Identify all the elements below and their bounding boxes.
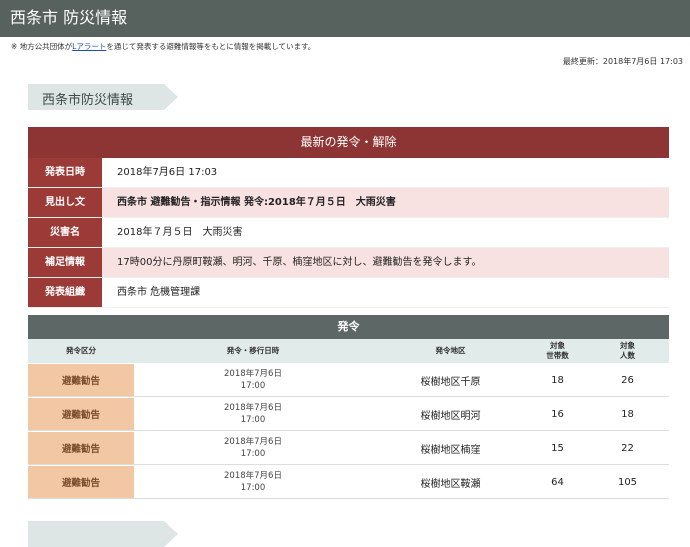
info-value: 17時00分に丹原町鞍瀬、明河、千原、楠窪地区に対し、避難勧告を発令します。 [102, 248, 669, 277]
source-notice: ※ 地方公共団体がLアラートを通じて発表する避難情報等をもとに情報を掲載していま… [11, 41, 315, 52]
info-row-supplement: 補足情報 17時00分に丹原町鞍瀬、明河、千原、楠窪地区に対し、避難勧告を発令し… [28, 248, 669, 278]
cell-area: 桜樹地区千原 [420, 376, 481, 388]
info-key: 発表組織 [28, 278, 102, 307]
info-value: 2018年７月５日 大雨災害 [117, 227, 243, 238]
cell-area: 桜樹地区明河 [420, 410, 481, 422]
cell-households: 18 [551, 374, 564, 386]
cell-people: 22 [621, 442, 634, 454]
table-header: 発令区分 発令・移行日時 発令地区 対象 世帯数 対象 人数 [28, 339, 669, 363]
section-title: 西条市防災情報 [28, 84, 178, 110]
info-value: 西条市 避難勧告・指示情報 発令:2018年７月５日 大雨災害 [102, 188, 669, 217]
notice-suffix: を通じて発表する避難情報等をもとに情報を掲載しています。 [106, 42, 316, 51]
info-key: 見出し文 [28, 188, 102, 217]
cell-date: 2018年7月6日 [224, 437, 282, 447]
cell-people: 105 [617, 476, 638, 488]
col-people-line1: 対象 [620, 341, 635, 350]
info-key: 補足情報 [28, 248, 102, 277]
info-value: 2018年7月6日 17:03 [117, 167, 218, 178]
col-households: 対象 世帯数 [529, 339, 586, 363]
issued-table: 発令 発令区分 発令・移行日時 発令地区 対象 世帯数 対象 人数 避難勧告 2… [28, 315, 669, 499]
cell-datetime: 2018年7月6日 17:00 [134, 398, 372, 430]
issued-heading: 発令 [28, 315, 669, 339]
cell-people: 26 [621, 374, 634, 386]
cell-households: 64 [551, 476, 564, 488]
cell-time: 17:00 [240, 483, 266, 493]
cell-date: 2018年7月6日 [224, 403, 282, 413]
cell-datetime: 2018年7月6日 17:00 [134, 364, 372, 396]
col-households-line2: 世帯数 [546, 351, 569, 360]
cell-kind: 避難勧告 [28, 364, 134, 396]
table-row: 避難勧告 2018年7月6日 17:00 桜樹地区楠窪 15 22 [28, 431, 669, 465]
top-bar: 西条市 防災情報 [0, 0, 690, 37]
info-key: 災害名 [28, 218, 102, 247]
cell-people: 18 [621, 408, 634, 420]
cell-time: 17:00 [240, 415, 266, 425]
col-people-line2: 人数 [620, 351, 635, 360]
l-alert-link[interactable]: Lアラート [72, 42, 106, 51]
latest-heading: 最新の発令・解除 [28, 127, 669, 158]
cell-time: 17:00 [240, 449, 266, 459]
cell-kind: 避難勧告 [28, 432, 134, 464]
info-value: 西条市 危機管理課 [117, 287, 201, 298]
col-people: 対象 人数 [586, 339, 669, 363]
cell-date: 2018年7月6日 [224, 471, 282, 481]
info-key: 発表日時 [28, 158, 102, 187]
info-row-datetime: 発表日時 2018年7月6日 17:03 [28, 158, 669, 188]
info-row-organization: 発表組織 西条市 危機管理課 [28, 278, 669, 308]
latest-announcement-panel: 最新の発令・解除 発表日時 2018年7月6日 17:03 見出し文 西条市 避… [28, 127, 669, 308]
col-area: 発令地区 [435, 346, 466, 355]
cell-area: 桜樹地区鞍瀬 [420, 478, 481, 490]
cell-datetime: 2018年7月6日 17:00 [134, 466, 372, 498]
col-households-line1: 対象 [550, 341, 565, 350]
cell-time: 17:00 [240, 381, 266, 391]
cell-households: 16 [551, 408, 564, 420]
cell-datetime: 2018年7月6日 17:00 [134, 432, 372, 464]
table-row: 避難勧告 2018年7月6日 17:00 桜樹地区鞍瀬 64 105 [28, 465, 669, 499]
notice-prefix: ※ 地方公共団体が [11, 42, 73, 51]
table-row: 避難勧告 2018年7月6日 17:00 桜樹地区千原 18 26 [28, 363, 669, 397]
cell-date: 2018年7月6日 [224, 369, 282, 379]
table-row: 避難勧告 2018年7月6日 17:00 桜樹地区明河 16 18 [28, 397, 669, 431]
cell-kind: 避難勧告 [28, 466, 134, 498]
info-row-headline: 見出し文 西条市 避難勧告・指示情報 発令:2018年７月５日 大雨災害 [28, 188, 669, 218]
col-datetime: 発令・移行日時 [226, 346, 280, 355]
page-title: 西条市 防災情報 [10, 8, 128, 27]
cell-kind: 避難勧告 [28, 398, 134, 430]
next-section-tab [28, 521, 178, 547]
last-updated: 最終更新：2018年7月6日 17:03 [562, 57, 683, 66]
info-row-disaster: 災害名 2018年７月５日 大雨災害 [28, 218, 669, 248]
cell-area: 桜樹地区楠窪 [420, 444, 481, 456]
cell-households: 15 [551, 442, 564, 454]
section-title-text: 西条市防災情報 [42, 93, 134, 108]
col-kind: 発令区分 [66, 346, 96, 355]
